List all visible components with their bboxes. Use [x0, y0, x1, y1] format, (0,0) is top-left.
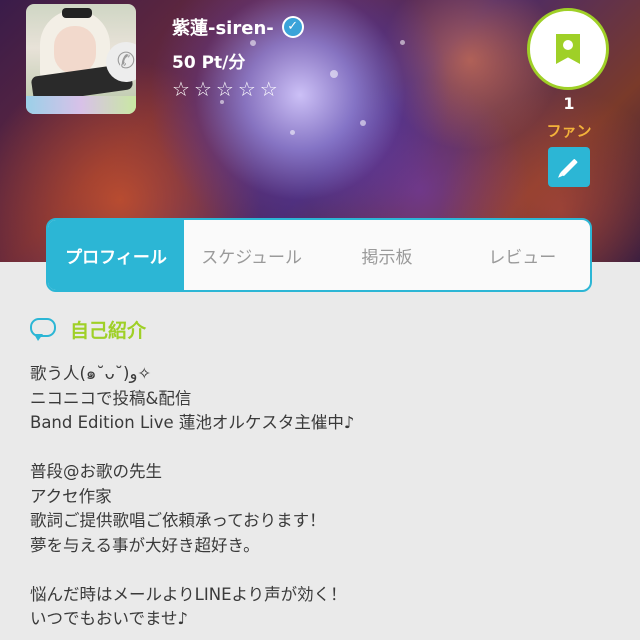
- sparkle: [400, 40, 405, 45]
- avatar-bow: [62, 8, 92, 18]
- pencil-icon: [560, 158, 578, 176]
- intro-line: 悩んだ時はメールよりLINEより声が効く！: [30, 584, 347, 604]
- tab-board[interactable]: 掲示板: [319, 220, 454, 290]
- intro-line: アクセ作家: [30, 486, 112, 506]
- sparkle: [360, 120, 366, 126]
- section-title: 自己紹介: [70, 320, 147, 342]
- profile-tabs: プロフィール スケジュール 掲示板 レビュー: [46, 218, 592, 292]
- rating-stars: ☆ ☆ ☆ ☆ ☆: [172, 78, 278, 100]
- tab-review[interactable]: レビュー: [455, 220, 590, 290]
- star-icon: ☆: [172, 77, 190, 101]
- edit-button[interactable]: [548, 147, 590, 187]
- star-icon: ☆: [237, 77, 256, 101]
- intro-line: 普段@お歌の先生: [30, 462, 162, 481]
- tab-profile[interactable]: プロフィール: [48, 220, 184, 290]
- bookmark-user-icon: [556, 34, 580, 64]
- favorite-button[interactable]: [527, 8, 609, 90]
- performer-name: 紫蓮-siren-: [172, 18, 274, 39]
- avatar-face: [54, 26, 96, 74]
- name-row: 紫蓮-siren- ✓: [172, 14, 304, 40]
- star-icon: ☆: [259, 77, 278, 101]
- intro-line: 夢を与える事が大好き超好き。: [30, 535, 260, 555]
- intro-line: 歌う人(๑˘ᴗ˘)و✧: [30, 364, 152, 383]
- fan-label: ファン: [546, 122, 592, 140]
- tab-schedule[interactable]: スケジュール: [184, 220, 319, 290]
- avatar[interactable]: ✆: [26, 4, 136, 114]
- star-icon: ☆: [193, 77, 212, 101]
- self-introduction-text: 歌う人(๑˘ᴗ˘)و✧ ニコニコで投稿&配信 Band Edition Live 蓮…: [30, 362, 620, 632]
- avatar-strip: [26, 96, 136, 114]
- fan-count: 1: [563, 94, 575, 113]
- intro-line: いつでもおいでませ♪: [30, 609, 189, 628]
- intro-line: [30, 558, 620, 583]
- verified-icon: ✓: [281, 16, 304, 38]
- star-icon: ☆: [215, 77, 234, 101]
- sparkle: [250, 40, 256, 46]
- sparkle: [290, 130, 295, 135]
- speech-bubble-icon: [30, 317, 60, 342]
- intro-line: [30, 436, 620, 461]
- price-per-minute: 50 Pt/分: [172, 53, 246, 73]
- section-header: 自己紹介: [30, 316, 146, 343]
- intro-line: Band Edition Live 蓮池オルケスタ主催中♪: [30, 413, 355, 432]
- intro-line: ニコニコで投稿&配信: [30, 388, 192, 408]
- sparkle: [330, 70, 338, 78]
- intro-line: 歌詞ご提供歌唱ご依頼承っております！: [30, 511, 326, 530]
